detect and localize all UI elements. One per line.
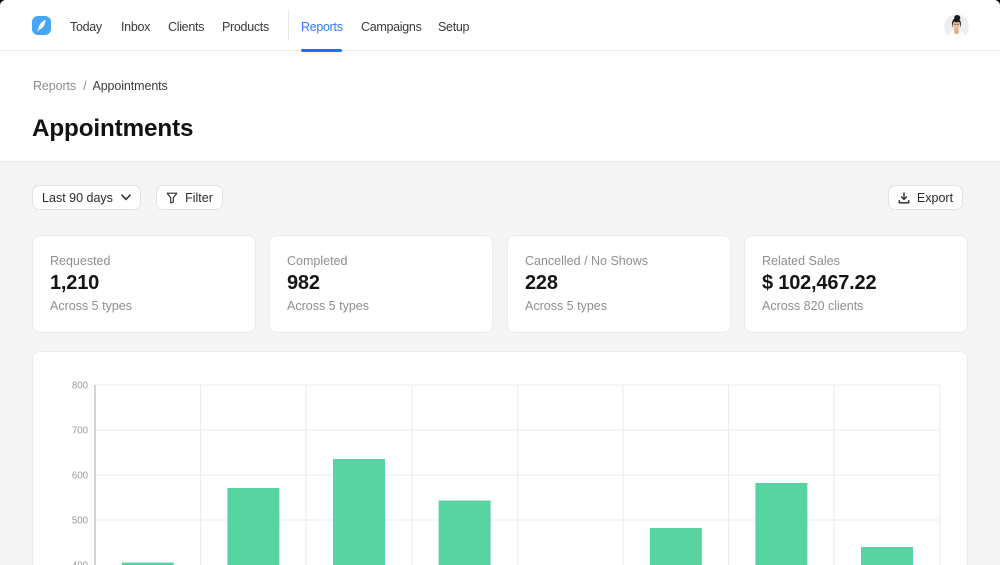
svg-text:400: 400 [72,561,89,565]
svg-text:800: 800 [72,381,89,392]
svg-text:600: 600 [72,471,89,482]
svg-text:700: 700 [72,426,89,437]
svg-text:500: 500 [72,516,89,527]
